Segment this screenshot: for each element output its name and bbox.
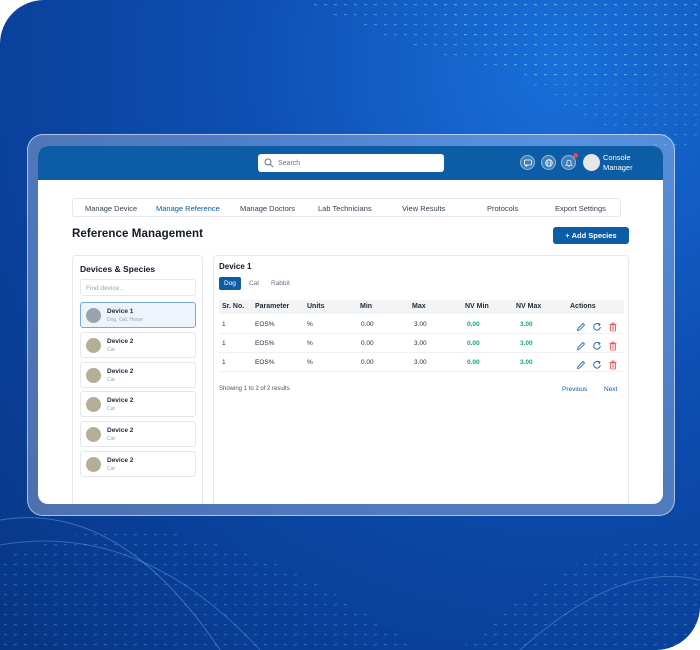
device-species: Cat xyxy=(107,466,115,472)
globe-icon[interactable] xyxy=(541,155,556,170)
chat-icon[interactable] xyxy=(520,155,535,170)
col-nv-min: NV Min xyxy=(465,303,489,310)
search-placeholder: Search xyxy=(278,159,301,167)
tab-export-settings[interactable]: Export Settings xyxy=(555,204,606,213)
devices-panel: Devices & Species Find device... Device … xyxy=(72,255,203,504)
table-row: 1 EOS% % 0.00 3.00 0.00 3.00 xyxy=(219,315,624,334)
species-tab-dog[interactable]: Dog xyxy=(219,277,241,290)
device-avatar xyxy=(86,427,101,442)
edit-icon[interactable] xyxy=(576,338,586,351)
device-species: Cat xyxy=(107,406,115,412)
cell-max: 3.00 xyxy=(414,340,427,347)
next-button[interactable]: Next xyxy=(604,386,617,393)
refresh-icon[interactable] xyxy=(592,338,602,350)
search-icon xyxy=(264,158,274,168)
device-avatar xyxy=(86,368,101,383)
device-species: Cat xyxy=(107,347,115,353)
device-avatar xyxy=(86,308,101,323)
device-item[interactable]: Device 2 Cat xyxy=(80,332,196,358)
col-parameter: Parameter xyxy=(255,303,290,310)
tab-protocols[interactable]: Protocols xyxy=(487,204,518,213)
notification-dot xyxy=(573,153,578,158)
col-actions: Actions xyxy=(570,303,596,310)
cell-min: 0.00 xyxy=(361,359,374,366)
cell-min: 0.00 xyxy=(361,340,374,347)
col-nv-max: NV Max xyxy=(516,303,542,310)
cell-units: % xyxy=(307,321,313,328)
find-device-input[interactable]: Find device... xyxy=(80,279,196,296)
device-name: Device 2 xyxy=(107,397,134,404)
device-name: Device 2 xyxy=(107,457,134,464)
table-row: 1 EOS% % 0.00 3.00 0.00 3.00 xyxy=(219,334,624,353)
app-window: Search Console Manager Manage Device Man… xyxy=(38,146,663,504)
reference-panel: Device 1 Dog Cat Rabbit Sr. No. Paramete… xyxy=(213,255,629,504)
table-header: Sr. No. Parameter Units Min Max NV Min N… xyxy=(219,300,624,314)
device-name: Device 2 xyxy=(107,338,134,345)
device-item[interactable]: Device 2 Cat xyxy=(80,362,196,388)
device-item[interactable]: Device 2 Cat xyxy=(80,451,196,477)
delete-icon[interactable] xyxy=(608,319,618,332)
devices-panel-title: Devices & Species xyxy=(80,264,156,274)
cell-sr: 1 xyxy=(222,359,226,366)
species-tab-cat[interactable]: Cat xyxy=(249,277,259,290)
device-species: Cat xyxy=(107,436,115,442)
device-name: Device 1 xyxy=(107,308,134,315)
delete-icon[interactable] xyxy=(608,357,618,370)
add-species-button[interactable]: + Add Species xyxy=(553,227,629,244)
results-summary: Showing 1 to 2 of 2 results xyxy=(219,386,290,392)
cell-nv-max: 3.00 xyxy=(520,359,533,366)
species-tab-rabbit[interactable]: Rabbit xyxy=(271,277,290,290)
tab-manage-device[interactable]: Manage Device xyxy=(85,204,137,213)
device-avatar xyxy=(86,397,101,412)
col-sr-no: Sr. No. xyxy=(222,303,245,310)
previous-button[interactable]: Previous xyxy=(562,386,587,393)
tab-manage-reference[interactable]: Manage Reference xyxy=(156,204,220,213)
device-species: Cat xyxy=(107,377,115,383)
edit-icon[interactable] xyxy=(576,357,586,370)
device-name: Device 2 xyxy=(107,368,134,375)
col-min: Min xyxy=(360,303,373,310)
refresh-icon[interactable] xyxy=(592,319,602,331)
cell-units: % xyxy=(307,359,313,366)
device-avatar xyxy=(86,457,101,472)
cell-sr: 1 xyxy=(222,321,226,328)
device-avatar xyxy=(86,338,101,353)
tab-view-results[interactable]: View Results xyxy=(402,204,445,213)
cell-parameter: EOS% xyxy=(255,359,275,366)
top-bar: Search Console Manager xyxy=(38,146,663,180)
cell-nv-min: 0.00 xyxy=(467,359,480,366)
tab-manage-doctors[interactable]: Manage Doctors xyxy=(240,204,295,213)
cell-parameter: EOS% xyxy=(255,340,275,347)
device-item[interactable]: Device 2 Cat xyxy=(80,391,196,417)
device-species: Dog, Cat, Horse xyxy=(107,317,143,323)
cell-parameter: EOS% xyxy=(255,321,275,328)
device-item[interactable]: Device 1 Dog, Cat, Horse xyxy=(80,302,196,328)
refresh-icon[interactable] xyxy=(592,357,602,369)
device-item[interactable]: Device 2 Cat xyxy=(80,421,196,447)
cell-max: 3.00 xyxy=(414,359,427,366)
table-row: 1 EOS% % 0.00 3.00 0.00 3.00 xyxy=(219,353,624,372)
cell-nv-max: 3.00 xyxy=(520,321,533,328)
page-title: Reference Management xyxy=(72,228,204,240)
cell-nv-max: 3.00 xyxy=(520,340,533,347)
cell-nv-min: 0.00 xyxy=(467,321,480,328)
cell-units: % xyxy=(307,340,313,347)
cell-nv-min: 0.00 xyxy=(467,340,480,347)
col-max: Max xyxy=(412,303,426,310)
tab-lab-technicians[interactable]: Lab Technicians xyxy=(318,204,372,213)
cell-min: 0.00 xyxy=(361,321,374,328)
user-name[interactable]: Console Manager xyxy=(603,153,648,173)
search-input[interactable]: Search xyxy=(258,154,444,172)
nav-tabs: Manage Device Manage Reference Manage Do… xyxy=(72,198,621,217)
device-title: Device 1 xyxy=(219,262,252,271)
col-units: Units xyxy=(307,303,325,310)
cell-sr: 1 xyxy=(222,340,226,347)
device-name: Device 2 xyxy=(107,427,134,434)
cell-max: 3.00 xyxy=(414,321,427,328)
edit-icon[interactable] xyxy=(576,319,586,332)
avatar[interactable] xyxy=(583,154,600,171)
delete-icon[interactable] xyxy=(608,338,618,351)
